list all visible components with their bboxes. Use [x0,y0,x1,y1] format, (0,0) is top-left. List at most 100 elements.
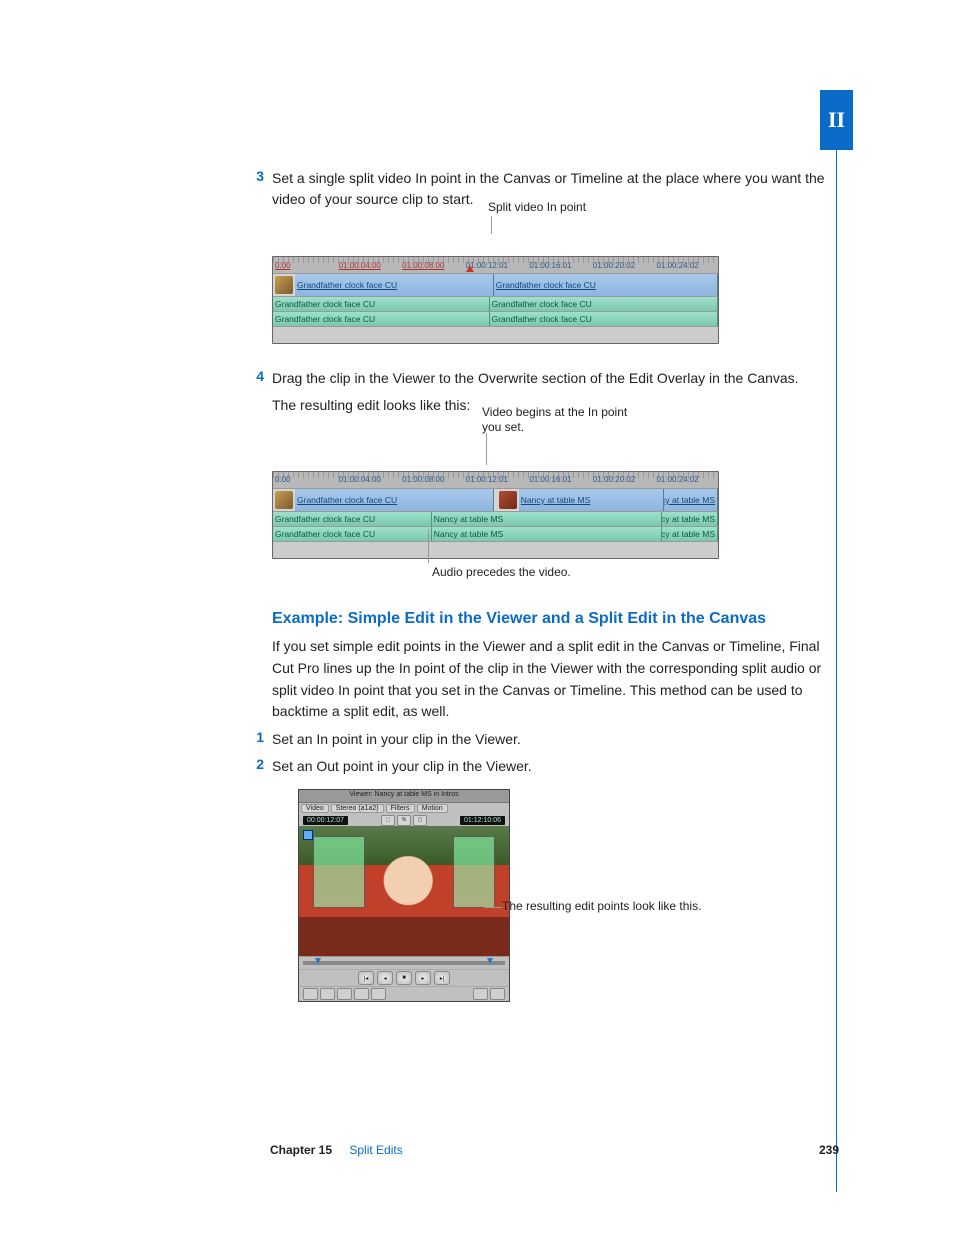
clip-label: Grandfather clock face CU [275,314,375,324]
clip-label: Grandfather clock face CU [492,299,592,309]
step-number: 1 [246,729,264,750]
clip-thumbnail-icon [275,491,293,509]
clip-label: Nancy at table MS [662,529,715,539]
timeline-ruler: 0:00 01:00:04:00 01:00:08:00 01:00:12:01… [273,472,718,488]
video-track: Grandfather clock face CU Nancy at table… [273,488,718,511]
audio-clip: Grandfather clock face CU [273,297,490,311]
fit-button[interactable]: ⬚ [381,815,395,826]
scrubber-bar[interactable] [303,961,505,965]
chapter-title: Split Edits [349,1143,402,1157]
in-marker-icon [303,830,313,840]
timecode-current: 01:12:10:06 [460,816,505,825]
transport-controls: |◂ ◂ ■ ▸ ▸| [299,969,509,986]
step-4: 4 Drag the clip in the Viewer to the Ove… [246,368,836,389]
background-window-icon [453,836,495,908]
figure2-callout-top: Video begins at the In point you set. [482,405,632,436]
next-edit-button[interactable]: ▸| [434,971,450,985]
clip-label: Nancy at table MS [434,529,503,539]
audio-track-2: Grandfather clock face CU Nancy at table… [273,526,718,541]
viewer-window: Viewer: Nancy at table MS in Intros Vide… [298,789,510,1002]
section-intro: If you set simple edit points in the Vie… [272,636,836,723]
clip-label: Grandfather clock face CU [275,529,375,539]
add-keyframe-button[interactable] [354,988,369,1000]
insert-edit-button[interactable] [473,988,488,1000]
step-text: Set an Out point in your clip in the Vie… [272,756,532,777]
mark-clip-button[interactable] [337,988,352,1000]
step-1: 1 Set an In point in your clip in the Vi… [246,729,836,750]
edit-buttons-right [473,988,505,1000]
timecode-duration: 00:00:12:07 [303,816,348,825]
document-page: II 3 Set a single split video In point i… [0,0,954,1235]
viewer-callout: The resulting edit points look like this… [502,899,701,915]
footer-chapter: Chapter 15 Split Edits [270,1143,403,1157]
audio-clip: Grandfather clock face CU [273,527,432,541]
clip-label: Nancy at table MS [434,514,503,524]
timeline-footer [273,326,718,343]
video-clip: Grandfather clock face CU [494,274,718,296]
background-window-icon [313,836,365,908]
page-footer: Chapter 15 Split Edits 239 [270,1143,839,1157]
clip-label: Nancy at table MS [662,514,715,524]
callout-line [486,433,487,465]
callout-line [428,529,429,563]
audio-track-2: Grandfather clock face CU Grandfather cl… [273,311,718,326]
section-tab: II [820,90,853,150]
figure-timeline-1: 0:00 01:00:04:00 01:00:08:00 01:00:12:01… [272,256,719,344]
video-track: Grandfather clock face CU Grandfather cl… [273,273,718,296]
step-number: 4 [246,368,264,389]
view-button[interactable]: ▢ [413,815,427,826]
side-rule [836,150,837,1192]
play-reverse-button[interactable]: ◂ [377,971,393,985]
out-point-icon [487,958,493,964]
viewer-tab-filters[interactable]: Filters [386,804,415,813]
clip-thumbnail-icon [275,276,293,294]
mark-out-button[interactable] [320,988,335,1000]
chapter-label: Chapter 15 [270,1143,332,1157]
prev-edit-button[interactable]: |◂ [358,971,374,985]
audio-track-1: Grandfather clock face CU Nancy at table… [273,511,718,526]
play-button[interactable]: ▸ [415,971,431,985]
step-text: Drag the clip in the Viewer to the Overw… [272,368,799,389]
figure-timeline-2: 0:00 01:00:04:00 01:00:08:00 01:00:12:01… [272,471,719,559]
callout-line [484,907,502,908]
audio-clip: Grandfather clock face CU [273,512,432,526]
step-number: 3 [246,168,264,210]
page-content: 3 Set a single split video In point in t… [246,168,836,1002]
stop-button[interactable]: ■ [396,971,412,985]
timecode: 01:00:12:01 [464,261,528,270]
viewer-tab-motion[interactable]: Motion [417,804,448,813]
view-mode-buttons: ⬚ % ▢ [381,815,427,826]
audio-clip: Nancy at table MS [432,512,662,526]
zoom-button[interactable]: % [397,815,411,826]
figure2-callout-bottom: Audio precedes the video. [432,565,836,581]
viewer-subbar: 00:00:12:07 ⬚ % ▢ 01:12:10:06 [299,814,509,826]
audio-clip: Grandfather clock face CU [490,297,718,311]
audio-clip: Nancy at table MS [432,527,662,541]
mark-buttons-left [303,988,386,1000]
audio-clip: Grandfather clock face CU [273,312,490,326]
overwrite-edit-button[interactable] [490,988,505,1000]
video-clip: Grandfather clock face CU [295,489,494,511]
viewer-tab-video[interactable]: Video [301,804,329,813]
audio-track-1: Grandfather clock face CU Grandfather cl… [273,296,718,311]
video-clip: Nancy at table MS [519,489,664,511]
audio-clip: Nancy at table MS [662,527,718,541]
step-number: 2 [246,756,264,777]
section-heading: Example: Simple Edit in the Viewer and a… [272,610,836,628]
mark-in-button[interactable] [303,988,318,1000]
viewer-titlebar: Viewer: Nancy at table MS in Intros [299,790,509,803]
viewer-tabbar: Video Stereo (a1a2) Filters Motion [299,803,509,814]
step-text: Set an In point in your clip in the View… [272,729,521,750]
clip-label: Grandfather clock face CU [275,514,375,524]
video-clip: Grandfather clock face CU [295,274,494,296]
viewer-tab-stereo[interactable]: Stereo (a1a2) [331,804,384,813]
timeline-ruler: 0:00 01:00:04:00 01:00:08:00 01:00:12:01… [273,257,718,273]
page-number: 239 [819,1143,839,1157]
in-point-icon [315,958,321,964]
callout-line [491,216,492,234]
audio-clip: Grandfather clock face CU [490,312,718,326]
match-frame-button[interactable] [371,988,386,1000]
audio-clip: Nancy at table MS [662,512,718,526]
timeline-footer [273,541,718,558]
viewer-scrubber[interactable] [299,956,509,969]
